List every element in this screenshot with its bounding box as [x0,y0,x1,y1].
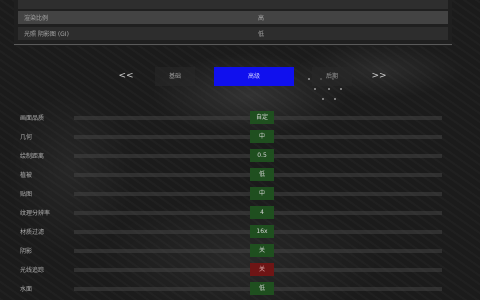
setting-label: 阴影 [20,248,33,255]
setting-label: 纹理分辨率 [20,210,51,217]
settings-list: 画面品质 自定 几何 中 绘制距离 0.5 植被 低 贴图 中 纹理分辨率 4 … [14,108,466,298]
settings-row[interactable]: 水面 低 [14,279,466,298]
settings-row[interactable]: 几何 中 [14,127,466,146]
setting-value[interactable]: 低 [258,29,264,38]
setting-value[interactable]: 关 [250,244,274,257]
setting-label: 几何 [20,134,33,141]
setting-value[interactable]: 4 [250,206,274,219]
settings-row[interactable]: 画面品质 自定 [14,108,466,127]
setting-value[interactable]: 16x [250,225,274,238]
setting-value[interactable]: 0.5 [250,149,274,162]
tab-post[interactable]: 后期 [312,67,352,86]
top-setting-row[interactable] [18,0,448,9]
setting-value[interactable]: 低 [250,168,274,181]
top-settings-panel: 渲染比例 高 光照 阴影图 (GI) 低 [14,0,452,46]
setting-label: 植被 [20,172,33,179]
settings-row[interactable]: 绘制距离 0.5 [14,146,466,165]
setting-label: 贴图 [20,191,33,198]
panel-divider [14,44,452,45]
setting-label: 水面 [20,286,33,293]
setting-label: 渲染比例 [24,15,49,22]
settings-row[interactable]: 植被 低 [14,165,466,184]
setting-value[interactable]: 自定 [250,111,274,124]
prev-page-button[interactable]: << [112,67,140,86]
top-setting-row-gi-shadow[interactable]: 光照 阴影图 (GI) 低 [18,27,448,40]
tab-advanced-active[interactable]: 高级 [214,67,294,86]
settings-row[interactable]: 材质过滤 16x [14,222,466,241]
settings-row[interactable]: 光线追踪 关 [14,260,466,279]
settings-row[interactable]: 贴图 中 [14,184,466,203]
setting-label: 材质过滤 [20,229,45,236]
setting-value[interactable]: 低 [250,282,274,295]
next-page-button[interactable]: >> [365,67,393,86]
settings-row[interactable]: 纹理分辨率 4 [14,203,466,222]
setting-label: 光线追踪 [20,267,45,274]
tab-basic[interactable]: 基础 [155,67,195,86]
setting-label: 画面品质 [20,115,45,122]
settings-row[interactable]: 阴影 关 [14,241,466,260]
setting-value-disabled[interactable]: 关 [250,263,274,276]
setting-value[interactable]: 高 [258,13,264,22]
setting-value[interactable]: 中 [250,187,274,200]
setting-value[interactable]: 中 [250,130,274,143]
setting-label: 绘制距离 [20,153,45,160]
setting-label: 光照 阴影图 (GI) [24,31,69,38]
top-setting-row-render-scale[interactable]: 渲染比例 高 [18,11,448,24]
